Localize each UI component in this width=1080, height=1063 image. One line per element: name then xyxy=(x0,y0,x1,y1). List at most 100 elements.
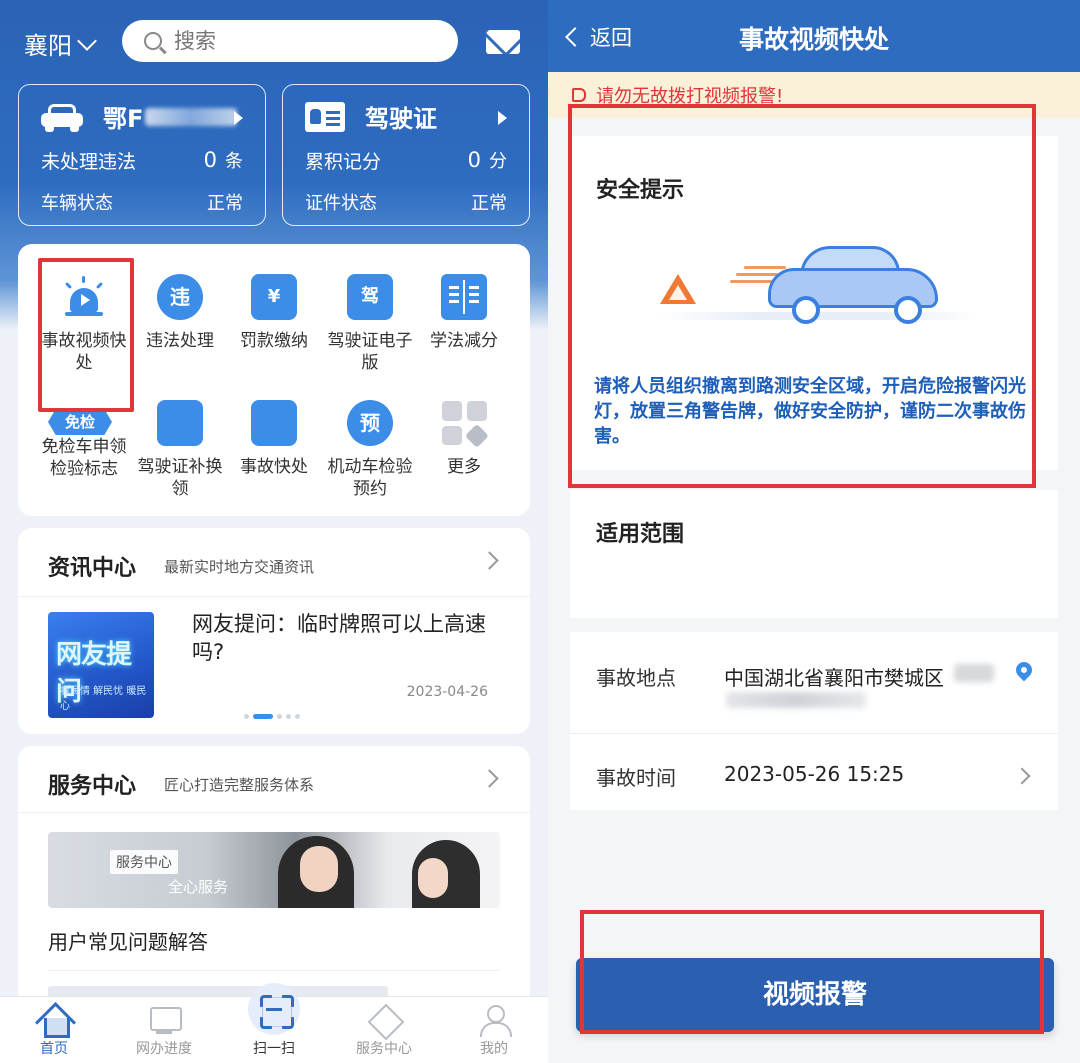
location-pin-icon[interactable] xyxy=(1012,658,1036,682)
tab-label: 服务中心 xyxy=(356,1041,412,1057)
service-study-points[interactable]: 学法减分 xyxy=(416,274,512,352)
banner-tag: 服务中心 xyxy=(110,850,178,874)
user-icon xyxy=(477,1005,512,1037)
plate-redacted xyxy=(145,107,238,126)
violations-row: 未处理违法 0条 xyxy=(41,147,243,174)
service-center: 服务中心 匠心打造完整服务体系 服务中心 全心服务 用户常见问题解答 xyxy=(18,746,530,1006)
tab-me[interactable]: 我的 xyxy=(444,997,544,1063)
location-row[interactable]: 事故地点 中国湖北省襄阳市樊城区 xyxy=(570,632,1058,734)
service-label: 事故快处 xyxy=(240,457,308,477)
service-label: 机动车检验预约 xyxy=(327,457,413,499)
service-label: 免检车申领检验标志 xyxy=(41,437,127,479)
search-icon xyxy=(144,32,162,50)
chevron-right-icon xyxy=(234,111,243,125)
banner-subtitle: 全心服务 xyxy=(168,878,229,896)
news-subtitle: 最新实时地方交通资讯 xyxy=(164,558,315,576)
book-icon xyxy=(441,274,487,320)
chevron-right-icon[interactable] xyxy=(480,551,499,570)
service-fine-payment[interactable]: ¥ 罚款缴纳 xyxy=(226,274,322,352)
service-label: 驾驶证补换领 xyxy=(137,457,223,499)
handshake-icon xyxy=(367,1005,401,1035)
service-label: 罚款缴纳 xyxy=(240,331,308,351)
license-card-icon: 驾 xyxy=(347,274,393,320)
car-icon xyxy=(41,102,83,132)
search-input[interactable] xyxy=(174,29,414,53)
tab-label: 网办进度 xyxy=(136,1041,192,1057)
service-banner[interactable]: 服务中心 全心服务 xyxy=(48,832,500,908)
chevron-right-icon[interactable] xyxy=(480,769,499,788)
more-grid-icon xyxy=(441,400,489,448)
left-app-home: 襄阳 鄂F 未处理违法 0条 车辆状态 正常 驾驶证 xyxy=(0,0,548,1063)
news-date: 2023-04-26 xyxy=(406,684,488,700)
truck-appointment-icon: 预 xyxy=(347,400,393,446)
location-redacted xyxy=(726,692,866,708)
service-label: 违法处理 xyxy=(146,331,214,351)
highlight-box xyxy=(580,910,1044,1034)
accident-form: 事故地点 中国湖北省襄阳市樊城区 事故时间 2023-05-26 15:25 xyxy=(570,632,1058,810)
time-row[interactable]: 事故时间 2023-05-26 15:25 xyxy=(570,734,1058,810)
license-title: 驾驶证 xyxy=(365,105,437,133)
service-label: 驾驶证电子版 xyxy=(327,331,413,373)
points-row: 累积记分 0分 xyxy=(305,147,507,174)
license-renew-icon xyxy=(157,400,203,446)
service-vehicle-inspection[interactable]: 预 机动车检验预约 xyxy=(322,400,418,500)
thumb-subtitle: 看民情 解民忧 暖民心 xyxy=(60,686,147,712)
tab-service-center[interactable]: 服务中心 xyxy=(334,997,434,1063)
tab-label: 扫一扫 xyxy=(253,1041,295,1057)
faq-link[interactable]: 用户常见问题解答 xyxy=(48,926,208,955)
news-thumbnail[interactable]: 网友提问 看民情 解民忧 暖民心 xyxy=(48,612,154,718)
plate-number: 鄂F xyxy=(103,105,144,133)
page-title: 事故视频快处 xyxy=(738,25,889,54)
city-selector[interactable]: 襄阳 xyxy=(24,26,97,61)
license-status-row: 证件状态 正常 xyxy=(305,189,507,215)
highlight-box xyxy=(568,104,1036,488)
scope-title: 适用范围 xyxy=(596,522,685,547)
exempt-badge-icon: 免检 xyxy=(48,409,112,435)
license-card-header: 驾驶证 xyxy=(305,99,437,134)
speaker-icon xyxy=(572,88,586,102)
license-status-label: 证件状态 xyxy=(305,193,377,214)
service-label: 更多 xyxy=(447,457,481,477)
news-headline[interactable]: 网友提问：临时牌照可以上高速吗? xyxy=(192,610,502,666)
service-accident-quick[interactable]: 事故快处 xyxy=(226,400,322,478)
service-e-license[interactable]: 驾 驾驶证电子版 xyxy=(322,274,418,374)
points-unit: 分 xyxy=(489,151,507,172)
service-violation[interactable]: 违 违法处理 xyxy=(132,274,228,352)
license-status-value: 正常 xyxy=(471,193,507,214)
city-label: 襄阳 xyxy=(24,32,72,60)
receipt-icon: ¥ xyxy=(251,274,297,320)
service-center-subtitle: 匠心打造完整服务体系 xyxy=(164,776,315,794)
violations-value: 0 xyxy=(203,148,217,172)
service-center-title: 服务中心 xyxy=(48,774,137,799)
time-label: 事故时间 xyxy=(596,766,676,790)
mail-icon[interactable] xyxy=(486,30,520,54)
car-accident-icon xyxy=(251,400,297,446)
highlight-box xyxy=(38,258,134,412)
tab-label: 我的 xyxy=(480,1041,508,1057)
vehicle-card[interactable]: 鄂F 未处理违法 0条 车辆状态 正常 xyxy=(18,84,266,226)
violations-unit: 条 xyxy=(225,151,243,172)
news-title: 资讯中心 xyxy=(48,556,137,581)
news-center: 资讯中心 最新实时地方交通资讯 网友提问 看民情 解民忧 暖民心 网友提问：临时… xyxy=(18,528,530,734)
service-license-renew[interactable]: 驾驶证补换领 xyxy=(132,400,228,500)
vehicle-status-row: 车辆状态 正常 xyxy=(41,189,243,215)
points-label: 累积记分 xyxy=(305,151,382,173)
monitor-icon xyxy=(147,1005,182,1035)
time-value: 2023-05-26 15:25 xyxy=(724,762,905,786)
scan-icon[interactable] xyxy=(248,983,300,1035)
tab-label: 首页 xyxy=(40,1041,68,1057)
chevron-down-icon xyxy=(77,30,97,51)
nav-bar: 返回 事故视频快处 xyxy=(548,0,1080,72)
tab-home[interactable]: 首页 xyxy=(4,997,104,1063)
vehicle-card-header: 鄂F xyxy=(41,99,238,134)
bottom-tab-bar: 首页 网办进度 扫一扫 服务中心 我的 xyxy=(0,983,548,1063)
license-card[interactable]: 驾驶证 累积记分 0分 证件状态 正常 xyxy=(282,84,530,226)
service-label: 学法减分 xyxy=(430,331,498,351)
chevron-right-icon xyxy=(498,111,507,125)
search-bar[interactable] xyxy=(122,20,458,62)
tab-progress[interactable]: 网办进度 xyxy=(114,997,214,1063)
service-exempt-inspection[interactable]: 免检车申领检验标志 xyxy=(36,436,132,480)
service-more[interactable]: 更多 xyxy=(416,400,512,478)
location-value: 中国湖北省襄阳市樊城区 xyxy=(724,666,944,690)
chevron-right-icon xyxy=(1013,767,1031,785)
